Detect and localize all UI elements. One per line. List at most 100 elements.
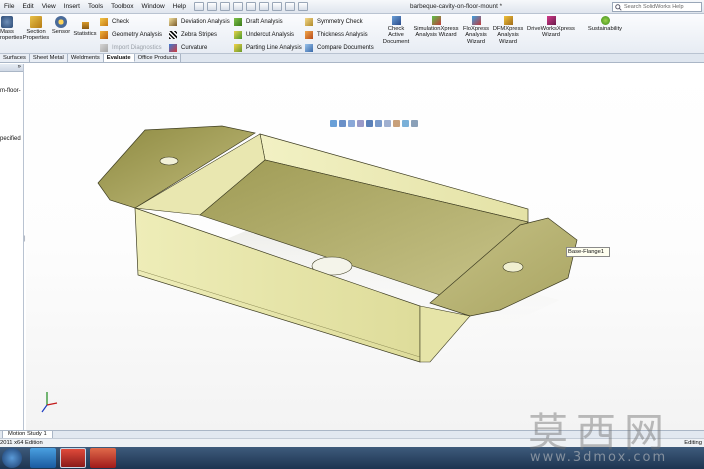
sustainability-label: Sustainability: [587, 26, 623, 32]
right-flange-hole: [502, 261, 524, 273]
draft-analysis-icon: [234, 18, 242, 26]
watermark-url: www.3dmox.com: [530, 450, 668, 465]
options-gear-icon[interactable]: [298, 2, 309, 11]
simulationxpress-button[interactable]: SimulationXpress Analysis Wizard: [412, 16, 460, 39]
draft-analysis-label: Draft Analysis: [246, 19, 283, 25]
geometry-analysis-icon: [100, 31, 108, 39]
menu-tools[interactable]: Tools: [84, 3, 107, 10]
geometry-analysis-label: Geometry Analysis: [112, 32, 163, 38]
curvature-button[interactable]: Curvature: [169, 43, 207, 53]
menu-help[interactable]: Help: [169, 3, 190, 10]
sustainability-button[interactable]: Sustainability: [583, 16, 627, 32]
statistics-icon: [81, 22, 89, 29]
file-properties-icon[interactable]: [285, 2, 296, 11]
zebra-stripes-label: Zebra Stripes: [181, 32, 218, 38]
check-button[interactable]: Check: [100, 17, 129, 27]
compare-documents-icon: [305, 44, 313, 52]
undercut-analysis-icon: [234, 31, 242, 39]
hide-show-items-icon[interactable]: [384, 120, 391, 127]
zebra-stripes-button[interactable]: Zebra Stripes: [169, 30, 217, 40]
deviation-analysis-label: Deviation Analysis: [181, 19, 230, 25]
coordinate-triad: [41, 392, 58, 413]
tab-evaluate[interactable]: Evaluate: [103, 54, 135, 62]
tab-sheet-metal[interactable]: Sheet Metal: [29, 54, 68, 62]
document-title: barbeque-cavity-on-floor-mount *: [410, 3, 503, 10]
statistics-button[interactable]: Statistics: [72, 16, 98, 37]
undercut-analysis-button[interactable]: Undercut Analysis: [234, 30, 294, 40]
dfmxpress-label: DFMXpress Analysis Wizard: [492, 26, 524, 45]
command-manager-tabs: Surfaces Sheet Metal Weldments Evaluate …: [0, 54, 704, 63]
check-active-document-button[interactable]: Check Active Document: [380, 16, 412, 45]
skype-icon[interactable]: [30, 448, 56, 468]
panel-collapse-button[interactable]: »: [0, 64, 23, 72]
menu-edit[interactable]: Edit: [18, 3, 37, 10]
statistics-label: Statistics: [73, 31, 97, 37]
parting-line-analysis-button[interactable]: Parting Line Analysis: [234, 43, 302, 53]
search-placeholder: Search SolidWorks Help: [624, 4, 684, 10]
command-manager-ribbon: Mass Properties Section Properties Senso…: [0, 14, 704, 54]
feature-manager-panel: » m-floor- pecified: [0, 64, 24, 430]
previous-view-icon[interactable]: [348, 120, 355, 127]
check-active-document-label: Check Active Document: [382, 26, 410, 45]
dfmxpress-button[interactable]: DFMXpress Analysis Wizard: [491, 16, 525, 45]
edit-appearance-icon[interactable]: [393, 120, 400, 127]
dfmxpress-icon: [503, 16, 513, 25]
zoom-to-fit-icon[interactable]: [330, 120, 337, 127]
print-icon[interactable]: [233, 2, 244, 11]
save-icon[interactable]: [220, 2, 231, 11]
thickness-analysis-icon: [305, 31, 313, 39]
undercut-analysis-label: Undercut Analysis: [246, 32, 295, 38]
draft-analysis-button[interactable]: Draft Analysis: [234, 17, 283, 27]
tree-item-part-name[interactable]: m-floor-: [0, 88, 21, 94]
search-icon: [615, 3, 622, 11]
menu-view[interactable]: View: [38, 3, 60, 10]
floxpress-icon: [471, 16, 481, 25]
view-settings-icon[interactable]: [411, 120, 418, 127]
mass-properties-icon: [1, 16, 13, 28]
section-properties-button[interactable]: Section Properties: [22, 16, 50, 42]
menu-window[interactable]: Window: [138, 3, 169, 10]
menu-file[interactable]: File: [0, 3, 18, 10]
symmetry-check-label: Symmetry Check: [317, 19, 363, 25]
driveworksxpress-button[interactable]: DriveWorksXpress Wizard: [525, 16, 577, 39]
solidworks-taskbar-icon[interactable]: [60, 448, 86, 468]
rebuild-icon[interactable]: [272, 2, 283, 11]
floxpress-button[interactable]: FloXpress Analysis Wizard: [461, 16, 491, 45]
compare-documents-button[interactable]: Compare Documents: [305, 43, 374, 53]
geometry-analysis-button[interactable]: Geometry Analysis: [100, 30, 162, 40]
sensor-icon: [55, 16, 67, 28]
start-button-icon[interactable]: [2, 448, 22, 468]
section-properties-icon: [30, 16, 42, 28]
open-folder-icon[interactable]: [207, 2, 218, 11]
app-taskbar-icon[interactable]: [90, 448, 116, 468]
new-document-icon[interactable]: [194, 2, 205, 11]
sensor-label: Sensor: [51, 29, 71, 35]
menu-toolbox[interactable]: Toolbox: [107, 3, 137, 10]
thickness-analysis-button[interactable]: Thickness Analysis: [305, 30, 368, 40]
select-pointer-icon[interactable]: [259, 2, 270, 11]
apply-scene-icon[interactable]: [402, 120, 409, 127]
parting-line-analysis-icon: [234, 44, 242, 52]
help-search-input[interactable]: Search SolidWorks Help: [612, 2, 702, 12]
import-diagnostics-button[interactable]: Import Diagnostics: [100, 43, 162, 53]
symmetry-check-button[interactable]: Symmetry Check: [305, 17, 363, 27]
undo-icon[interactable]: [246, 2, 257, 11]
symmetry-check-icon: [305, 18, 313, 26]
tab-surfaces[interactable]: Surfaces: [0, 54, 30, 62]
floxpress-label: FloXpress Analysis Wizard: [462, 26, 490, 45]
check-icon: [100, 18, 108, 26]
tab-weldments[interactable]: Weldments: [67, 54, 104, 62]
tree-item-material[interactable]: pecified: [0, 136, 21, 142]
view-orientation-icon[interactable]: [366, 120, 373, 127]
deviation-analysis-icon: [169, 18, 177, 26]
mass-properties-button[interactable]: Mass Properties: [0, 16, 22, 42]
display-style-icon[interactable]: [375, 120, 382, 127]
section-view-icon[interactable]: [357, 120, 364, 127]
zebra-stripes-icon: [169, 31, 177, 39]
left-flange-hole: [159, 156, 179, 166]
zoom-to-area-icon[interactable]: [339, 120, 346, 127]
deviation-analysis-button[interactable]: Deviation Analysis: [169, 17, 230, 27]
sensor-button[interactable]: Sensor: [51, 16, 71, 35]
tab-office-products[interactable]: Office Products: [134, 54, 182, 62]
menu-insert[interactable]: Insert: [60, 3, 84, 10]
